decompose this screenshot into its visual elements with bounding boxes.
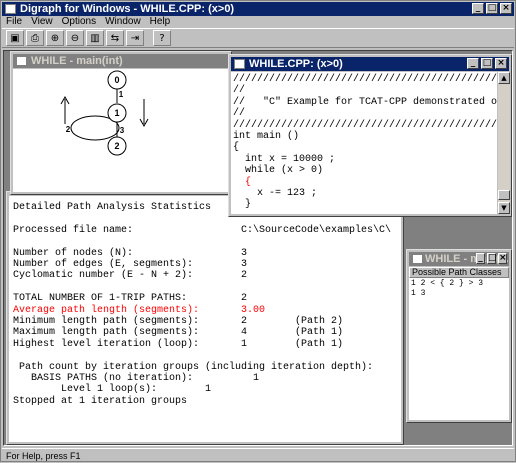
stats-client: Detailed Path Analysis Statistics Proces… xyxy=(9,196,401,442)
help-icon[interactable]: ? xyxy=(153,30,171,46)
code-title: WHILE.CPP: (x>0) xyxy=(249,58,343,70)
code-line: } xyxy=(233,199,252,211)
stats-row: Stopped at 1 iteration groups xyxy=(13,395,188,407)
menu-help[interactable]: Help xyxy=(150,16,171,28)
classes-title-bar: WHILE - main(... _ □ × xyxy=(409,252,509,266)
stats-row xyxy=(13,236,401,247)
scroll-up-button[interactable]: ▲ xyxy=(498,72,510,84)
app-title: Digraph for Windows - WHILE.CPP: (x>0) xyxy=(20,3,235,15)
graph-title-bar: WHILE - main(int) xyxy=(13,54,229,68)
open-icon[interactable]: ▣ xyxy=(6,30,24,46)
stats-row: Processed file name: C:\SourceCode\examp… xyxy=(13,224,392,236)
app-icon xyxy=(5,4,16,14)
stats-row: Number of edges (E, segments): 3 xyxy=(13,259,248,270)
close-button[interactable]: × xyxy=(500,3,512,14)
print-icon[interactable]: ⎙ xyxy=(26,30,44,46)
window-icon xyxy=(16,56,27,66)
graph-window: WHILE - main(int) 0 1 2 1 2 3 xyxy=(10,51,232,195)
stats-window: Detailed Path Analysis Statistics Proces… xyxy=(6,191,404,445)
node-2-label: 2 xyxy=(114,141,119,151)
stats-row xyxy=(13,350,401,361)
edge-label-1: 1 xyxy=(119,90,124,99)
window-icon xyxy=(412,254,423,264)
code-window: WHILE.CPP: (x>0) _ □ × /////////////////… xyxy=(228,54,512,217)
window-icon xyxy=(234,59,245,69)
app-title-bar: Digraph for Windows - WHILE.CPP: (x>0) _… xyxy=(2,2,514,16)
status-bar: For Help, press F1 xyxy=(2,448,514,462)
classes-header: Possible Path Classes xyxy=(409,267,509,278)
zoom-in-icon[interactable]: ⊕ xyxy=(46,30,64,46)
code-line: // xyxy=(233,85,246,97)
code-minimize-button[interactable]: _ xyxy=(467,58,479,69)
path-class-item[interactable]: 1 3 xyxy=(409,289,509,299)
node-1-label: 1 xyxy=(114,108,119,118)
code-client: ////////////////////////////////////////… xyxy=(231,72,497,214)
classes-window: WHILE - main(... _ □ × Possible Path Cla… xyxy=(406,249,512,423)
stats-row: Level 1 loop(s): 1 xyxy=(13,384,212,396)
edge-label-3: 3 xyxy=(120,126,125,135)
scroll-thumb[interactable] xyxy=(498,190,510,200)
classes-list: 1 2 < { 2 } > 31 3 xyxy=(409,279,509,299)
app-window: Digraph for Windows - WHILE.CPP: (x>0) _… xyxy=(0,0,516,462)
graph-title: WHILE - main(int) xyxy=(31,55,123,67)
stats-row xyxy=(13,282,401,293)
code-line: int main () xyxy=(233,131,300,143)
classes-minimize-button[interactable]: _ xyxy=(476,253,485,264)
maximize-button[interactable]: □ xyxy=(486,3,498,14)
stats-row: Maximum length path (segments): 4 (Path … xyxy=(13,327,344,339)
path-icon[interactable]: ⇆ xyxy=(106,30,124,46)
menu-view[interactable]: View xyxy=(31,16,53,28)
menu-file[interactable]: File xyxy=(6,16,22,28)
menu-bar: File View Options Window Help xyxy=(2,16,514,28)
tile-icon[interactable]: ▥ xyxy=(86,30,104,46)
stats-row: BASIS PATHS (no iteration): 1 xyxy=(13,373,260,385)
zoom-out-icon[interactable]: ⊖ xyxy=(66,30,84,46)
stats-row: Average path length (segments): 3.00 xyxy=(13,304,266,316)
code-line: // "C" Example for TCAT-CPP demonstrated… xyxy=(233,96,497,108)
code-line: { xyxy=(233,142,240,154)
stats-list: Processed file name: C:\SourceCode\examp… xyxy=(13,213,401,407)
node-0-label: 0 xyxy=(114,75,119,85)
code-close-button[interactable]: × xyxy=(495,58,507,69)
menu-options[interactable]: Options xyxy=(62,16,96,28)
code-line: int x = 10000 ; xyxy=(233,153,336,165)
stats-row: Minimum length path (segments): 2 (Path … xyxy=(13,316,344,328)
stats-row: Number of nodes (N): 3 xyxy=(13,247,248,259)
code-vscroll[interactable]: ▲ ▼ xyxy=(498,72,510,214)
minimize-button[interactable]: _ xyxy=(472,3,484,14)
code-line: ////////////////////////////////////////… xyxy=(233,74,497,85)
menu-window[interactable]: Window xyxy=(105,16,141,28)
stats-row: Highest level iteration (loop): 1 (Path … xyxy=(13,338,344,350)
digraph-canvas: 0 1 2 1 2 3 xyxy=(60,70,149,156)
scroll-down-button[interactable]: ▼ xyxy=(498,202,510,214)
stats-row: TOTAL NUMBER OF 1-TRIP PATHS: 2 xyxy=(13,293,248,305)
code-line: // xyxy=(233,108,246,120)
path-class-item[interactable]: 1 2 < { 2 } > 3 xyxy=(409,279,509,289)
graph-client: 0 1 2 1 2 3 xyxy=(13,69,229,192)
classes-client: Possible Path Classes 1 2 < { 2 } > 31 3 xyxy=(409,267,509,420)
code-listing: ////////////////////////////////////////… xyxy=(233,74,497,211)
code-title-bar: WHILE.CPP: (x>0) _ □ × xyxy=(231,57,509,71)
code-maximize-button[interactable]: □ xyxy=(481,58,493,69)
code-line: { xyxy=(233,176,252,188)
stats-row: Cyclomatic number (E - N + 2): 2 xyxy=(13,270,248,282)
code-line: while (x > 0) xyxy=(233,165,324,177)
step-icon[interactable]: ⇥ xyxy=(126,30,144,46)
code-line: x -= 123 ; xyxy=(233,188,318,200)
edge-label-2: 2 xyxy=(66,125,71,134)
toolbar: ▣ ⎙ ⊕ ⊖ ▥ ⇆ ⇥ ? xyxy=(2,28,514,48)
classes-close-button[interactable]: × xyxy=(498,253,507,264)
mdi-client-area: Detailed Path Analysis Statistics Proces… xyxy=(3,50,513,446)
code-line: ////////////////////////////////////////… xyxy=(233,119,497,131)
classes-maximize-button[interactable]: □ xyxy=(487,253,497,264)
stats-row: Path count by iteration groups (includin… xyxy=(13,361,374,373)
